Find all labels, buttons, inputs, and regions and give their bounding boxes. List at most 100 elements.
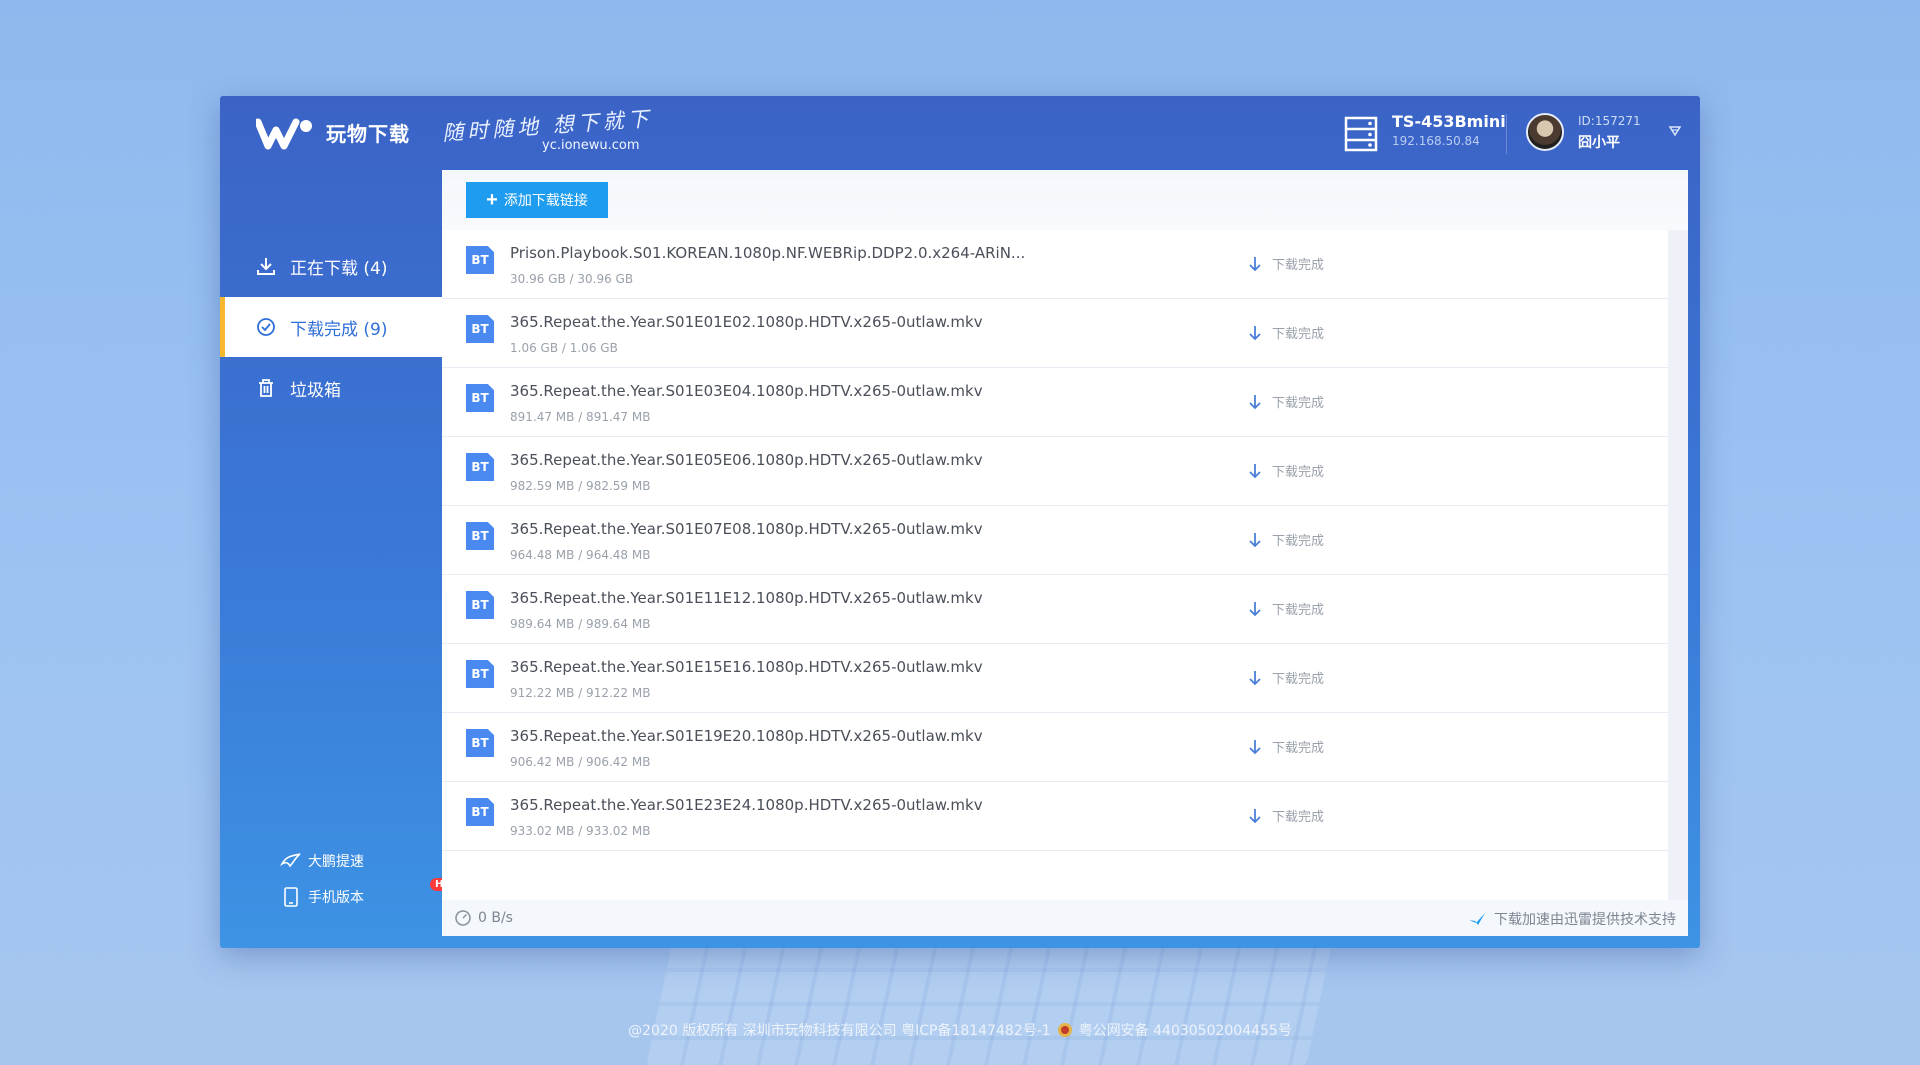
device-name[interactable]: TS-453Bmini: [1392, 112, 1506, 131]
powered-by: 下载加速由迅雷提供技术支持: [1468, 909, 1676, 929]
mobile-version-label: 手机版本: [308, 890, 364, 906]
list-item[interactable]: BT Prison.Playbook.S01.KOREAN.1080p.NF.WE…: [442, 230, 1668, 299]
app-window: 玩物下载 随时随地 想下就下 yc.ionewu.com TS-453Bmini…: [220, 96, 1700, 948]
arrow-down-icon: [1249, 394, 1261, 409]
add-download-link-label: 添加下载链接: [503, 192, 588, 208]
list-item[interactable]: BT 365.Repeat.the.Year.S01E05E06.1080p.HD…: [442, 437, 1668, 506]
download-status: 下载完成: [1246, 254, 1324, 273]
avatar[interactable]: [1526, 113, 1564, 151]
add-download-link-button[interactable]: + 添加下载链接: [466, 182, 608, 218]
sidebar-item-label: 垃圾箱: [290, 380, 341, 401]
bird-icon: [280, 850, 302, 872]
file-name: Prison.Playbook.S01.KOREAN.1080p.NF.WEBR…: [510, 244, 1026, 262]
list-item[interactable]: BT 365.Repeat.the.Year.S01E23E24.1080p.HD…: [442, 782, 1668, 851]
site-url: yc.ionewu.com: [542, 138, 640, 153]
file-size: 989.64 MB / 989.64 MB: [510, 617, 651, 631]
download-status-label: 下载完成: [1272, 672, 1325, 687]
list-item[interactable]: BT 365.Repeat.the.Year.S01E15E16.1080p.HD…: [442, 644, 1668, 713]
bt-file-icon: BT: [466, 315, 494, 343]
arrow-down-icon: [1249, 256, 1261, 271]
list-item[interactable]: BT 365.Repeat.the.Year.S01E03E04.1080p.HD…: [442, 368, 1668, 437]
bt-file-icon: BT: [466, 522, 494, 550]
sidebar-item-completed[interactable]: 下载完成 (9): [220, 297, 442, 357]
app-name: 玩物下载: [326, 122, 410, 146]
speedup-label: 大鹏提速: [308, 854, 364, 870]
trash-icon: [256, 378, 276, 398]
keyboard-background: [645, 930, 1335, 1065]
status-bar: 0 B/s 下载加速由迅雷提供技术支持: [442, 900, 1688, 936]
sidebar-item-downloading[interactable]: 正在下载 (4): [220, 236, 442, 296]
check-circle-icon: [256, 317, 276, 337]
user-id: ID:157271: [1578, 114, 1641, 128]
speed-indicator: 0 B/s: [454, 909, 513, 927]
sidebar-item-trash[interactable]: 垃圾箱: [220, 358, 442, 418]
download-status-label: 下载完成: [1272, 465, 1325, 480]
main-panel: + 添加下载链接 BT Prison.Playbook.S01.KOREAN.10…: [442, 170, 1688, 936]
sidebar: 正在下载 (4) 下载完成 (9) 垃圾箱 大鹏提速 手机版本 HOT: [220, 170, 464, 948]
download-status: 下载完成: [1246, 461, 1324, 480]
sidebar-item-label: 下载完成 (9): [290, 319, 388, 340]
file-name: 365.Repeat.the.Year.S01E15E16.1080p.HDTV…: [510, 658, 983, 676]
download-status: 下载完成: [1246, 530, 1324, 549]
file-name: 365.Repeat.the.Year.S01E11E12.1080p.HDTV…: [510, 589, 983, 607]
bt-file-icon: BT: [466, 729, 494, 757]
mobile-version-link[interactable]: 手机版本 HOT: [280, 878, 464, 908]
list-item[interactable]: BT 365.Repeat.the.Year.S01E11E12.1080p.HD…: [442, 575, 1668, 644]
download-status: 下载完成: [1246, 599, 1324, 618]
file-size: 982.59 MB / 982.59 MB: [510, 479, 651, 493]
file-size: 912.22 MB / 912.22 MB: [510, 686, 651, 700]
download-list: BT Prison.Playbook.S01.KOREAN.1080p.NF.WE…: [442, 230, 1668, 900]
download-status-label: 下载完成: [1272, 327, 1325, 342]
file-name: 365.Repeat.the.Year.S01E01E02.1080p.HDTV…: [510, 313, 983, 331]
file-name: 365.Repeat.the.Year.S01E07E08.1080p.HDTV…: [510, 520, 983, 538]
bt-file-icon: BT: [466, 660, 494, 688]
logo-icon: [256, 118, 312, 150]
download-status: 下载完成: [1246, 737, 1324, 756]
action-bar: + 添加下载链接: [442, 170, 1688, 230]
file-name: 365.Repeat.the.Year.S01E03E04.1080p.HDTV…: [510, 382, 983, 400]
file-name: 365.Repeat.the.Year.S01E23E24.1080p.HDTV…: [510, 796, 983, 814]
copyright-text: @2020 版权所有 深圳市玩物科技有限公司 粤ICP备18147482号-1: [628, 1023, 1051, 1039]
download-status-label: 下载完成: [1272, 810, 1325, 825]
bt-file-icon: BT: [466, 246, 494, 274]
arrow-down-icon: [1249, 463, 1261, 478]
nas-icon: [1344, 116, 1378, 152]
file-size: 891.47 MB / 891.47 MB: [510, 410, 651, 424]
file-size: 964.48 MB / 964.48 MB: [510, 548, 651, 562]
arrow-down-icon: [1249, 325, 1261, 340]
file-size: 30.96 GB / 30.96 GB: [510, 272, 634, 286]
list-item[interactable]: BT 365.Repeat.the.Year.S01E01E02.1080p.HD…: [442, 299, 1668, 368]
download-status: 下载完成: [1246, 392, 1324, 411]
list-item[interactable]: BT 365.Repeat.the.Year.S01E19E20.1080p.HD…: [442, 713, 1668, 782]
download-status: 下载完成: [1246, 323, 1324, 342]
phone-icon: [280, 886, 302, 908]
police-badge-icon: [1057, 1023, 1072, 1037]
download-status-label: 下载完成: [1272, 603, 1325, 618]
scrollbar[interactable]: [1668, 230, 1688, 900]
bt-file-icon: BT: [466, 453, 494, 481]
bt-file-icon: BT: [466, 798, 494, 826]
copyright: @2020 版权所有 深圳市玩物科技有限公司 粤ICP备18147482号-1 …: [0, 1020, 1920, 1040]
divider: [1506, 114, 1507, 154]
xunlei-bird-icon: [1469, 913, 1485, 925]
speedup-link[interactable]: 大鹏提速: [280, 850, 364, 872]
download-icon: [256, 256, 276, 276]
chevron-down-icon[interactable]: [1668, 124, 1682, 138]
file-name: 365.Repeat.the.Year.S01E19E20.1080p.HDTV…: [510, 727, 983, 745]
download-status-label: 下载完成: [1272, 258, 1325, 273]
download-status-label: 下载完成: [1272, 534, 1325, 549]
speed-value: 0 B/s: [478, 910, 513, 926]
file-size: 906.42 MB / 906.42 MB: [510, 755, 651, 769]
arrow-down-icon: [1249, 808, 1261, 823]
user-name: 囧小平: [1578, 135, 1620, 151]
police-record-text[interactable]: 粤公网安备 44030502004455号: [1079, 1020, 1292, 1040]
download-status-label: 下载完成: [1272, 396, 1325, 411]
download-status: 下载完成: [1246, 668, 1324, 687]
file-size: 933.02 MB / 933.02 MB: [510, 824, 651, 838]
list-item[interactable]: BT 365.Repeat.the.Year.S01E07E08.1080p.HD…: [442, 506, 1668, 575]
sidebar-item-label: 正在下载 (4): [290, 258, 388, 279]
download-status-label: 下载完成: [1272, 741, 1325, 756]
arrow-down-icon: [1249, 739, 1261, 754]
arrow-down-icon: [1249, 601, 1261, 616]
arrow-down-icon: [1249, 670, 1261, 685]
